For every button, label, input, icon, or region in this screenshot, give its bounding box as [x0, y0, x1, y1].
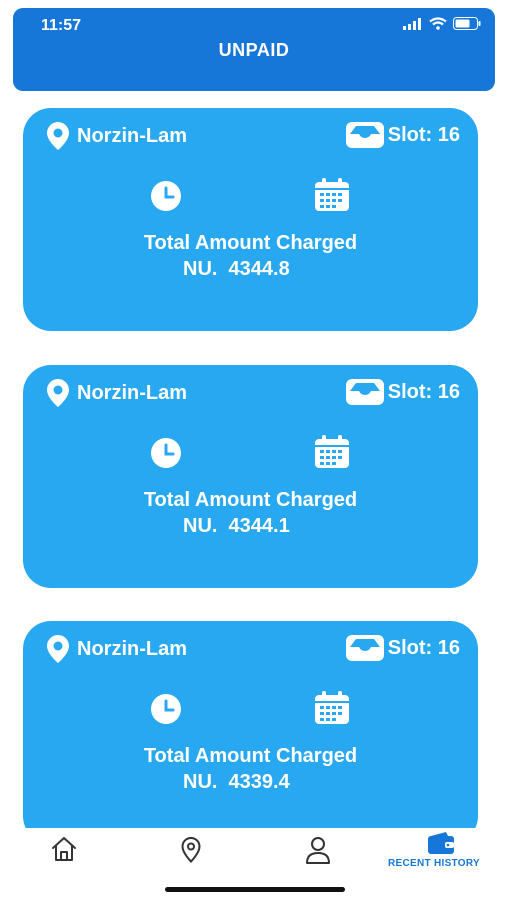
slot-label: Slot: 16 — [387, 380, 460, 403]
inbox-tray-icon — [345, 635, 384, 661]
location-pin-icon — [47, 379, 69, 407]
card-location: Norzin-Lam — [47, 635, 187, 663]
calendar-icon — [315, 691, 349, 724]
calendar-icon — [315, 435, 349, 468]
page-title: UNPAID — [218, 40, 290, 60]
nav-location[interactable] — [180, 836, 202, 869]
card-slot: Slot: 16 — [345, 379, 460, 405]
location-label: Norzin-Lam — [77, 381, 187, 404]
slot-label: Slot: 16 — [387, 123, 460, 146]
battery-icon — [453, 17, 481, 30]
nav-profile[interactable] — [304, 836, 332, 869]
user-icon — [306, 837, 330, 864]
location-pin-icon — [181, 836, 201, 863]
amount-value: NU. 4339.4 — [183, 771, 290, 793]
home-icon — [52, 837, 76, 861]
location-label: Norzin-Lam — [77, 124, 187, 147]
nav-recent-history-label[interactable]: RECENT HISTORY — [388, 858, 480, 869]
parking-card[interactable]: Norzin-Lam Slot: 16 Total Amount Charged… — [23, 108, 478, 331]
parking-card[interactable]: Norzin-Lam Slot: 16 Total Amount Charged… — [23, 621, 478, 844]
signal-icon — [403, 17, 421, 30]
clock-icon — [151, 694, 181, 724]
wifi-icon — [429, 17, 447, 30]
amount-value: NU. 4344.1 — [183, 515, 290, 537]
location-pin-icon — [47, 635, 69, 663]
wallet-icon — [428, 832, 454, 854]
clock-icon — [151, 181, 181, 211]
amount-label: Total Amount Charged — [143, 745, 358, 767]
calendar-icon — [315, 178, 349, 211]
inbox-tray-icon — [345, 379, 384, 405]
card-slot: Slot: 16 — [345, 122, 460, 148]
status-icons — [403, 17, 481, 30]
amount-label: Total Amount Charged — [143, 489, 358, 511]
status-time: 11:57 — [41, 17, 82, 34]
amount-value: NU. 4344.8 — [183, 258, 290, 280]
clock-icon — [151, 438, 181, 468]
card-location: Norzin-Lam — [47, 379, 187, 407]
home-indicator — [165, 887, 345, 892]
location-label: Norzin-Lam — [77, 637, 187, 660]
amount-label: Total Amount Charged — [143, 232, 358, 254]
parking-card[interactable]: Norzin-Lam Slot: 16 Total Amount Charged… — [23, 365, 478, 588]
location-pin-icon — [47, 122, 69, 150]
nav-recent-history[interactable] — [428, 832, 454, 859]
slot-label: Slot: 16 — [387, 636, 460, 659]
nav-home[interactable] — [50, 836, 78, 867]
card-slot: Slot: 16 — [345, 635, 460, 661]
card-location: Norzin-Lam — [47, 122, 187, 150]
header-bar: 11:57 UNPAID — [13, 8, 495, 91]
inbox-tray-icon — [345, 122, 384, 148]
